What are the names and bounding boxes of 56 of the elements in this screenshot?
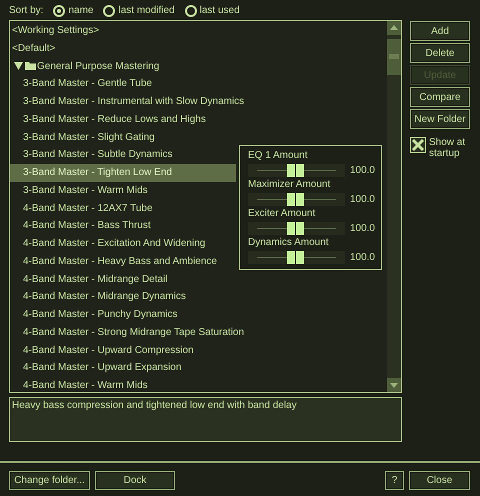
folder-icon — [14, 61, 36, 72]
preset-item[interactable]: 3-Band Master - Instrumental with Slow Dynamics — [10, 93, 244, 111]
amount-value: 100.0 — [350, 222, 375, 234]
checkbox-label: Show at startup — [429, 137, 466, 159]
preset-item[interactable]: 4-Band Master - Midrange Dynamics — [10, 288, 236, 306]
amount-slider[interactable] — [248, 222, 345, 234]
amount-label: Exciter Amount — [248, 207, 316, 220]
description-field[interactable]: Heavy bass compression and tightened low end with band delay — [9, 397, 402, 442]
radio-label: name — [68, 5, 94, 16]
preset-item[interactable]: 3-Band Master - Subtle Dynamics — [10, 146, 236, 164]
amount-value: 100.0 — [350, 164, 375, 176]
amount-value: 100.0 — [350, 252, 375, 262]
scroll-thumb[interactable] — [387, 39, 401, 75]
preset-item[interactable]: 4-Band Master - 12AX7 Tube — [10, 200, 236, 218]
preset-item[interactable]: 3-Band Master - Gentle Tube — [10, 75, 236, 93]
checkbox[interactable] — [410, 137, 426, 153]
preset-item[interactable]: 4-Band Master - Heavy Bass and Ambience — [10, 252, 236, 270]
radio-button[interactable] — [184, 4, 197, 16]
folder-row[interactable]: General Purpose Mastering — [10, 58, 236, 76]
footer-button[interactable]: Close — [409, 471, 470, 490]
radio-label: last modified — [118, 5, 175, 16]
scrollbar[interactable] — [387, 21, 401, 392]
preset-item[interactable]: 4-Band Master - Excitation And Widening — [10, 235, 236, 253]
radio-label: last used — [200, 5, 240, 16]
preset-item[interactable]: 3-Band Master - Tighten Low End — [10, 164, 236, 182]
radio-button[interactable] — [103, 4, 116, 16]
preset-item[interactable]: 3-Band Master - Reduce Lows and Highs — [10, 110, 236, 128]
footer-button[interactable]: ? — [385, 471, 404, 490]
amount-slider[interactable] — [248, 250, 345, 264]
side-button[interactable]: Delete — [410, 43, 470, 63]
footer-button[interactable]: Dock — [95, 471, 175, 490]
preset-item[interactable]: 4-Band Master - Bass Thrust — [10, 217, 236, 235]
preset-item[interactable]: 3-Band Master - Warm Mids — [10, 182, 236, 200]
amount-label: Dynamics Amount — [248, 236, 330, 249]
preset-item[interactable]: 4-Band Master - Upward Compression — [10, 342, 236, 360]
sort-label: Sort by: — [9, 5, 44, 16]
preset-item[interactable]: 4-Band Master - Midrange Detail — [10, 270, 236, 288]
preset-item[interactable]: 4-Band Master - Warm Mids — [10, 377, 236, 392]
side-button[interactable]: Add — [410, 21, 470, 41]
radio-button[interactable] — [53, 4, 66, 16]
scroll-up-icon[interactable] — [387, 21, 401, 35]
side-button[interactable]: New Folder — [410, 109, 470, 129]
amount-slider[interactable] — [248, 164, 345, 176]
footer-button[interactable]: Change folder... — [9, 471, 90, 490]
preset-item[interactable]: 3-Band Master - Slight Gating — [10, 128, 236, 146]
amount-label: EQ 1 Amount — [248, 149, 308, 162]
preset-item[interactable]: <Default> — [10, 40, 236, 58]
amount-slider[interactable] — [248, 192, 345, 206]
side-button[interactable]: Compare — [410, 87, 470, 107]
scroll-down-icon[interactable] — [387, 378, 401, 392]
preset-item[interactable]: 4-Band Master - Strong Midrange Tape Saturation — [10, 324, 244, 342]
preset-item[interactable]: 4-Band Master - Punchy Dynamics — [10, 306, 236, 324]
preset-item[interactable]: 4-Band Master - Upward Expansion — [10, 359, 236, 377]
preset-item[interactable]: <Working Settings> — [10, 22, 236, 40]
amount-value: 100.0 — [350, 194, 375, 204]
amount-label: Maximizer Amount — [248, 178, 332, 191]
